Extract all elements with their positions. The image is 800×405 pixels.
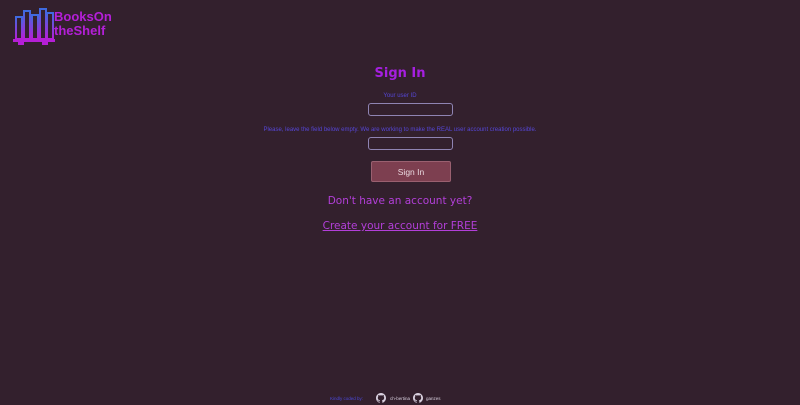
logo-line-2: theShelf (54, 23, 106, 38)
create-account-link[interactable]: Create your account for FREE (0, 220, 800, 232)
logo-text: BooksOn theShelf (54, 10, 112, 38)
logo-line-1: BooksOn (54, 9, 112, 24)
github-icon[interactable] (413, 393, 423, 403)
books-shelf-logo-icon (13, 8, 55, 45)
page-title: Sign In (374, 66, 426, 81)
hint-text: Please, leave the field below empty. We … (263, 127, 537, 133)
site-logo[interactable]: BooksOn theShelf (12, 7, 122, 47)
footer: Kindly coded by: ch-bertina ganzes (0, 393, 800, 405)
author-1-link[interactable]: ch-bertina (390, 396, 410, 401)
no-account-text: Don't have an account yet? (327, 195, 473, 207)
github-icon[interactable] (376, 393, 386, 403)
footer-credit: Kindly coded by: (330, 396, 364, 401)
second-input[interactable] (368, 137, 453, 150)
sign-in-button[interactable]: Sign In (371, 161, 451, 182)
author-2-link[interactable]: ganzes (426, 396, 441, 401)
user-id-label: Your user ID (383, 93, 417, 99)
user-id-input[interactable] (368, 103, 453, 116)
